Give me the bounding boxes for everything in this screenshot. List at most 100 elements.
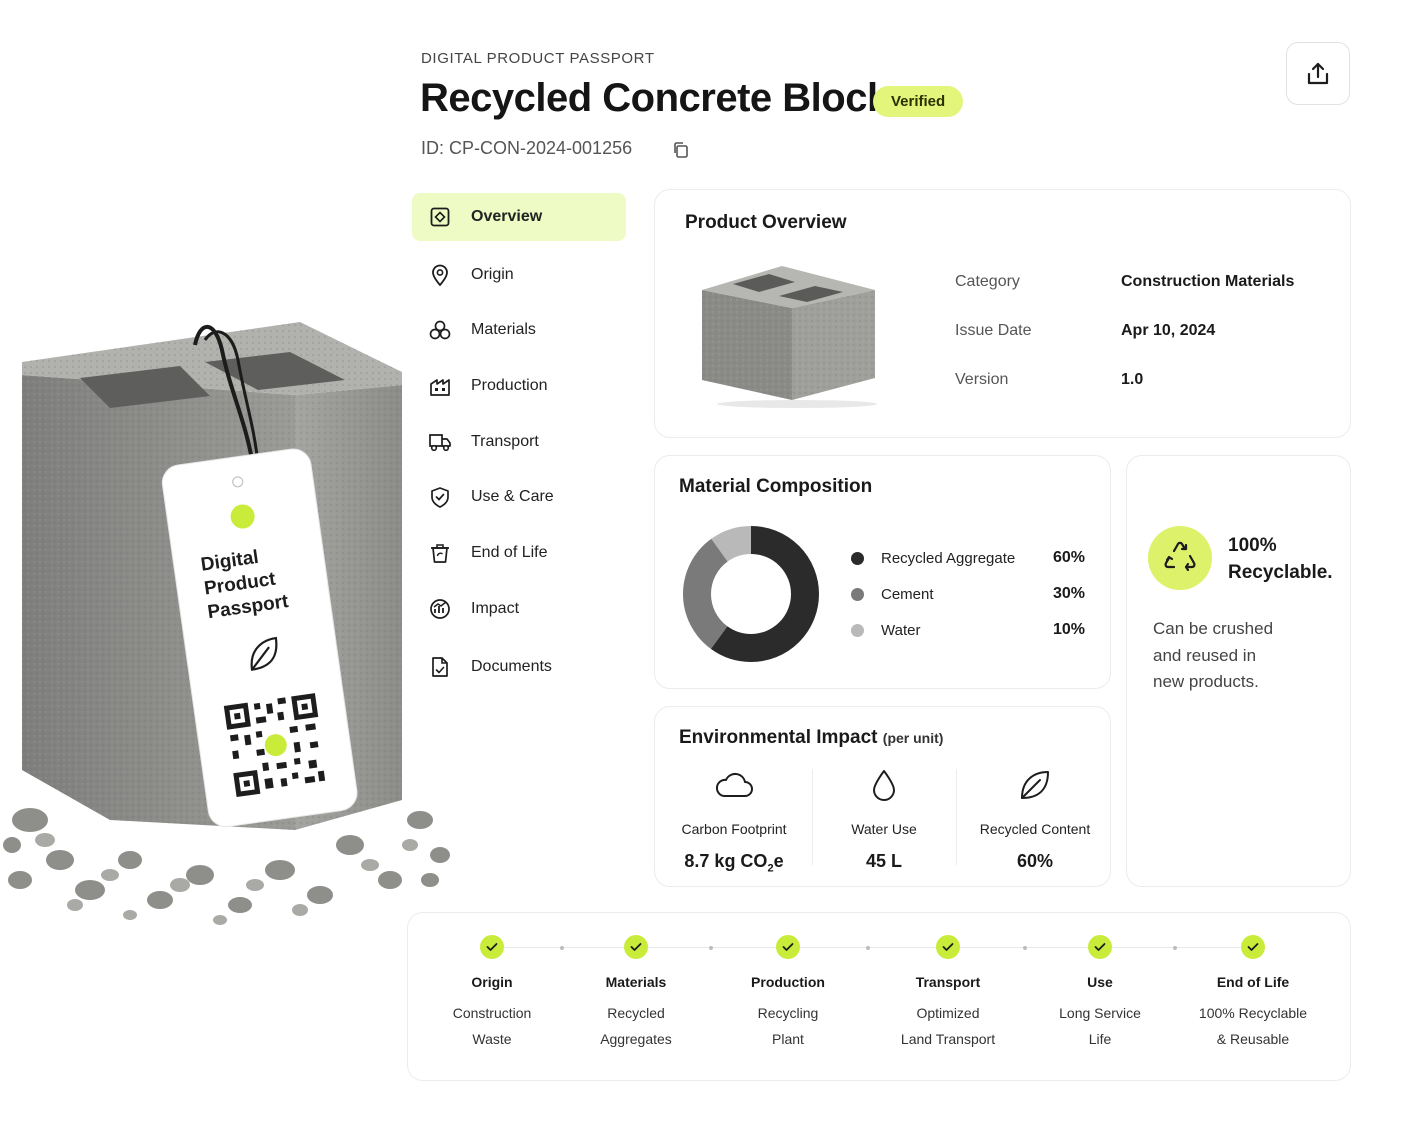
kv-value: 1.0	[1121, 371, 1144, 388]
legend-value: 10%	[1052, 621, 1085, 638]
leaf-icon	[1021, 771, 1049, 799]
share-icon	[1307, 62, 1329, 84]
legend-swatch	[851, 623, 864, 637]
step-description: 100% Recyclable & Reusable	[1198, 1005, 1308, 1047]
shield-check-icon	[428, 485, 452, 509]
divider	[956, 769, 957, 865]
legend-label: Water	[881, 621, 921, 639]
step-title: Origin	[471, 974, 513, 990]
metric-label: Carbon Footprint	[681, 821, 787, 837]
check-icon	[624, 935, 648, 959]
metric-value: 60%	[1016, 851, 1054, 871]
step-description: Long Service Life	[1059, 1005, 1141, 1047]
page-title: Recycled Concrete Block	[420, 76, 889, 120]
nav-item-impact[interactable]: Impact	[412, 585, 626, 633]
timeline-step-materials: Materials Recycled Aggregates	[561, 935, 711, 1052]
step-title: Production	[751, 974, 825, 990]
legend-row: Water 10%	[851, 619, 1091, 641]
legend-label: Cement	[881, 585, 934, 603]
product-image	[702, 266, 877, 408]
check-icon	[776, 935, 800, 959]
composition-donut-chart	[683, 526, 819, 662]
timeline-step-end-of-life: End of Life 100% Recyclable & Reusable	[1178, 935, 1328, 1052]
verified-badge: Verified	[873, 86, 964, 117]
timeline-step-production: Production Recycling Plant	[713, 935, 863, 1052]
recyclable-description: Can be crushed and reused in new product…	[1153, 616, 1273, 696]
impact-subtitle: (per unit)	[882, 730, 944, 746]
impact-title: Environmental Impact	[679, 727, 878, 748]
materials-icon	[428, 318, 452, 342]
legend-row: Recycled Aggregate 60%	[851, 547, 1091, 569]
desc-line: and reused in	[1153, 645, 1257, 665]
step-title: Use	[1087, 974, 1113, 990]
nav-label: Transport	[471, 433, 539, 450]
nav-label: Overview	[471, 208, 543, 225]
metric-water-use: Water Use 45 L	[809, 767, 959, 872]
timeline-step-use: Use Long Service Life	[1025, 935, 1175, 1052]
metric-carbon-footprint: Carbon Footprint 8.7 kg CO2e	[659, 767, 809, 875]
kv-key: Version	[955, 371, 1009, 388]
legend-swatch	[851, 551, 864, 565]
environmental-impact-card: Environmental Impact (per unit) Carbon F…	[654, 706, 1111, 887]
nav-item-materials[interactable]: Materials	[412, 306, 626, 354]
product-id: ID: CP-CON-2024-001256	[421, 138, 633, 158]
nav-item-end-of-life[interactable]: End of Life	[412, 529, 626, 577]
timeline-step-transport: Transport Optimized Land Transport	[873, 935, 1023, 1052]
nav-item-documents[interactable]: Documents	[412, 643, 626, 691]
card-title: Environmental Impact (per unit)	[679, 727, 943, 749]
step-title: End of Life	[1216, 974, 1290, 990]
nav-label: Documents	[471, 658, 552, 675]
kv-key: Issue Date	[955, 322, 1032, 339]
product-overview-card: Product Overview Category Construction M…	[654, 189, 1351, 438]
recyclable-label: Recyclable.	[1228, 562, 1333, 583]
nav-label: Materials	[471, 321, 536, 338]
nav-label: Production	[471, 377, 548, 394]
nav-label: Use & Care	[471, 488, 554, 505]
recyclable-percent: 100%	[1228, 535, 1277, 556]
legend-value: 60%	[1052, 549, 1085, 566]
copy-id-button[interactable]	[669, 138, 693, 162]
step-description: Recycling Plant	[757, 1005, 819, 1047]
check-icon	[1241, 935, 1265, 959]
desc-line: Can be crushed	[1153, 619, 1274, 638]
impact-chart-icon	[428, 597, 452, 621]
step-title: Materials	[605, 974, 667, 990]
metric-recycled-content: Recycled Content 60%	[960, 767, 1110, 872]
lifecycle-timeline: Origin Construction Waste Materials Recyc…	[407, 912, 1351, 1081]
nav-item-use-care[interactable]: Use & Care	[412, 473, 626, 521]
metric-label: Water Use	[851, 821, 917, 837]
nav-item-transport[interactable]: Transport	[412, 418, 626, 466]
recyclable-card: 100% Recyclable. Can be crushed and reus…	[1126, 455, 1351, 887]
kv-value: Apr 10, 2024	[1121, 322, 1216, 339]
kv-key: Category	[955, 273, 1020, 290]
step-description: Optimized Land Transport	[900, 1005, 996, 1047]
recycle-bin-icon	[428, 541, 452, 565]
nav-label: Impact	[471, 600, 520, 617]
legend-value: 30%	[1052, 585, 1085, 602]
legend-label: Recycled Aggregate	[881, 549, 1016, 567]
location-pin-icon	[428, 263, 452, 287]
copy-icon	[674, 142, 688, 158]
nav-item-overview[interactable]: Overview	[412, 193, 626, 241]
nav-item-production[interactable]: Production	[412, 362, 626, 410]
factory-icon	[428, 374, 452, 398]
card-title: Product Overview	[685, 212, 847, 233]
recycle-icon	[1148, 526, 1212, 590]
kv-value: Construction Materials	[1121, 273, 1295, 290]
nav-label: Origin	[471, 266, 514, 283]
nav-item-origin[interactable]: Origin	[412, 251, 626, 299]
timeline-step-origin: Origin Construction Waste	[417, 935, 567, 1052]
share-button[interactable]	[1286, 42, 1350, 105]
water-drop-icon	[873, 770, 895, 801]
material-composition-card: Material Composition Recycled Aggregate …	[654, 455, 1111, 689]
check-icon	[936, 935, 960, 959]
metric-value: 45 L	[865, 851, 903, 871]
step-description: Recycled Aggregates	[600, 1005, 672, 1047]
legend-swatch	[851, 587, 864, 601]
metric-label: Recycled Content	[979, 821, 1091, 837]
truck-icon	[428, 430, 452, 454]
step-title: Transport	[915, 974, 981, 990]
metric-value: 8.7 kg CO2e	[684, 851, 784, 875]
hero-concrete-block-illustration: Digital Product Passport	[3, 322, 450, 925]
cloud-icon	[715, 772, 753, 797]
